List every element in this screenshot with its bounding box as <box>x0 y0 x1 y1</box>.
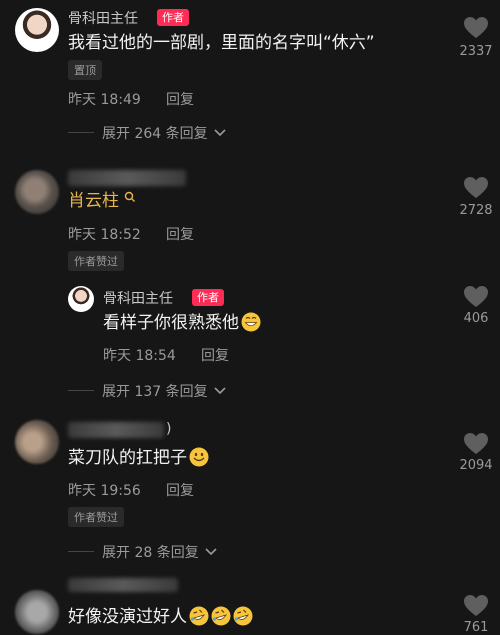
comment-author[interactable]: 骨科田主任 <box>68 8 138 28</box>
reply-button[interactable]: 回复 <box>166 89 194 109</box>
comment-text: 看样子你很熟悉他 <box>103 311 261 335</box>
heart-outline-icon <box>463 285 489 309</box>
grinning-emoji <box>241 312 261 332</box>
like-button[interactable] <box>463 176 489 200</box>
like-button[interactable] <box>463 16 489 40</box>
comment-author[interactable]: 骨科田主任 <box>103 288 173 308</box>
comment-time: 昨天 18:54 <box>103 348 176 364</box>
author-badge: 作者 <box>157 9 189 26</box>
expand-replies-label: 展开 28 条回复 <box>102 545 199 561</box>
like-count: 761 <box>463 620 489 635</box>
avatar[interactable] <box>15 590 59 634</box>
reply-button[interactable]: 回复 <box>201 345 229 365</box>
comment-text: 菜刀队的扛把子 <box>68 446 209 470</box>
rolling-laughing-emoji <box>233 606 253 626</box>
heart-outline-icon <box>463 16 489 40</box>
divider <box>68 132 94 133</box>
chevron-down-icon <box>213 381 227 400</box>
comment-author-suffix: ) <box>166 421 172 437</box>
comment-author-blurred <box>68 170 186 186</box>
expand-replies-button[interactable]: 展开 264 条回复 <box>102 123 227 143</box>
chevron-down-icon <box>213 123 227 142</box>
divider <box>68 551 94 552</box>
avatar[interactable] <box>15 170 59 214</box>
reply-button[interactable]: 回复 <box>166 224 194 244</box>
avatar[interactable] <box>15 8 59 52</box>
expand-replies-label: 展开 264 条回复 <box>102 126 208 142</box>
expand-replies-button[interactable]: 展开 28 条回复 <box>102 542 218 562</box>
like-button[interactable] <box>463 432 489 456</box>
reply-button[interactable]: 回复 <box>166 480 194 500</box>
comment-author-blurred <box>68 422 164 438</box>
author-badge: 作者 <box>192 289 224 306</box>
comment-text: 好像没演过好人 <box>68 605 253 629</box>
like-count: 2094 <box>459 458 493 473</box>
expand-replies-button[interactable]: 展开 137 条回复 <box>102 381 227 401</box>
comment-text: 我看过他的一部剧，里面的名字叫“休六” <box>68 33 375 53</box>
comment-time: 昨天 19:56 <box>68 483 141 499</box>
comment-time: 昨天 18:52 <box>68 227 141 243</box>
smiling-emoji <box>189 447 209 467</box>
like-count: 406 <box>463 311 489 326</box>
like-count: 2337 <box>459 44 493 59</box>
comment-text: 肖云柱 <box>68 189 136 213</box>
pinned-badge: 置顶 <box>68 60 102 80</box>
expand-replies-label: 展开 137 条回复 <box>102 384 208 400</box>
heart-outline-icon <box>463 176 489 200</box>
like-button[interactable] <box>463 285 489 309</box>
mention-name[interactable]: 肖云柱 <box>68 191 119 211</box>
like-count: 2728 <box>459 203 493 218</box>
rolling-laughing-emoji <box>211 606 231 626</box>
author-liked-badge: 作者赞过 <box>68 507 124 527</box>
rolling-laughing-emoji <box>189 606 209 626</box>
chevron-down-icon <box>204 542 218 561</box>
comment-author-blurred <box>68 578 178 592</box>
search-icon <box>124 191 136 211</box>
like-button[interactable] <box>463 594 489 618</box>
heart-outline-icon <box>463 594 489 618</box>
avatar[interactable] <box>68 286 94 312</box>
author-liked-badge: 作者赞过 <box>68 251 124 271</box>
heart-outline-icon <box>463 432 489 456</box>
avatar[interactable] <box>15 420 59 464</box>
divider <box>68 390 94 391</box>
comment-time: 昨天 18:49 <box>68 92 141 108</box>
